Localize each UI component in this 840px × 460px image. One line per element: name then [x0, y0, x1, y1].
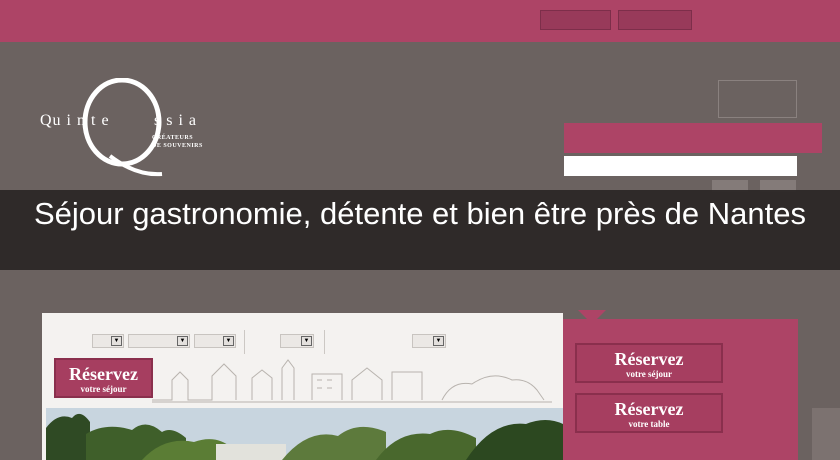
arrival-day-select[interactable]: ▼: [92, 334, 124, 348]
reserve-table-sub: votre table: [628, 419, 670, 429]
divider: [324, 330, 325, 354]
chevron-down-icon: ▼: [433, 336, 444, 346]
arrival-month-select[interactable]: ▼: [128, 334, 190, 348]
reserve-stay-sub: votre séjour: [625, 369, 673, 379]
reserve-stay-button[interactable]: Réservez votre séjour: [575, 343, 723, 383]
reserve-label: Réservez: [69, 364, 138, 384]
header-box: [718, 80, 797, 118]
logo[interactable]: Qu i n t e s s i a CRÉATEURS DE SOUVENIR…: [40, 78, 230, 178]
title-banner: Séjour gastronomie, détente et bien être…: [0, 190, 840, 270]
header-pink-bar: [564, 123, 822, 153]
divider: [244, 330, 245, 354]
town-sketch-illustration: [152, 359, 552, 403]
logo-tagline-1: CRÉATEURS: [152, 135, 194, 141]
logo-wordmark-right: s s i a: [154, 112, 197, 129]
chevron-down-icon: ▼: [111, 336, 122, 346]
adults-select[interactable]: ▼: [280, 334, 314, 348]
nights-select[interactable]: ▼: [194, 334, 236, 348]
reserve-button[interactable]: Réservez votre séjour: [54, 358, 153, 398]
right-edge-panel: [812, 408, 840, 460]
page-title: Séjour gastronomie, détente et bien être…: [33, 196, 807, 231]
reserve-table-label: Réservez: [614, 399, 684, 419]
chevron-down-icon: ▼: [223, 336, 234, 346]
reserve-stay-label: Réservez: [614, 349, 684, 369]
children-select[interactable]: ▼: [412, 334, 446, 348]
top-bar: [0, 0, 840, 42]
logo-wordmark-left: Qu i n t e: [40, 112, 110, 129]
side-panel: Réservez votre séjour Réservez votre tab…: [563, 319, 798, 460]
top-nav-button-1[interactable]: [540, 10, 611, 30]
chevron-down-icon: ▼: [177, 336, 188, 346]
reserve-sub: votre séjour: [80, 384, 127, 394]
header-white-bar[interactable]: [564, 156, 797, 176]
chevron-down-icon: ▼: [301, 336, 312, 346]
reserve-table-button[interactable]: Réservez votre table: [575, 393, 723, 433]
top-nav-button-2[interactable]: [618, 10, 692, 30]
hotel-photo: [46, 408, 563, 460]
hotel-photo-image: [46, 408, 563, 460]
logo-tagline-2: DE SOUVENIRS: [152, 143, 203, 149]
